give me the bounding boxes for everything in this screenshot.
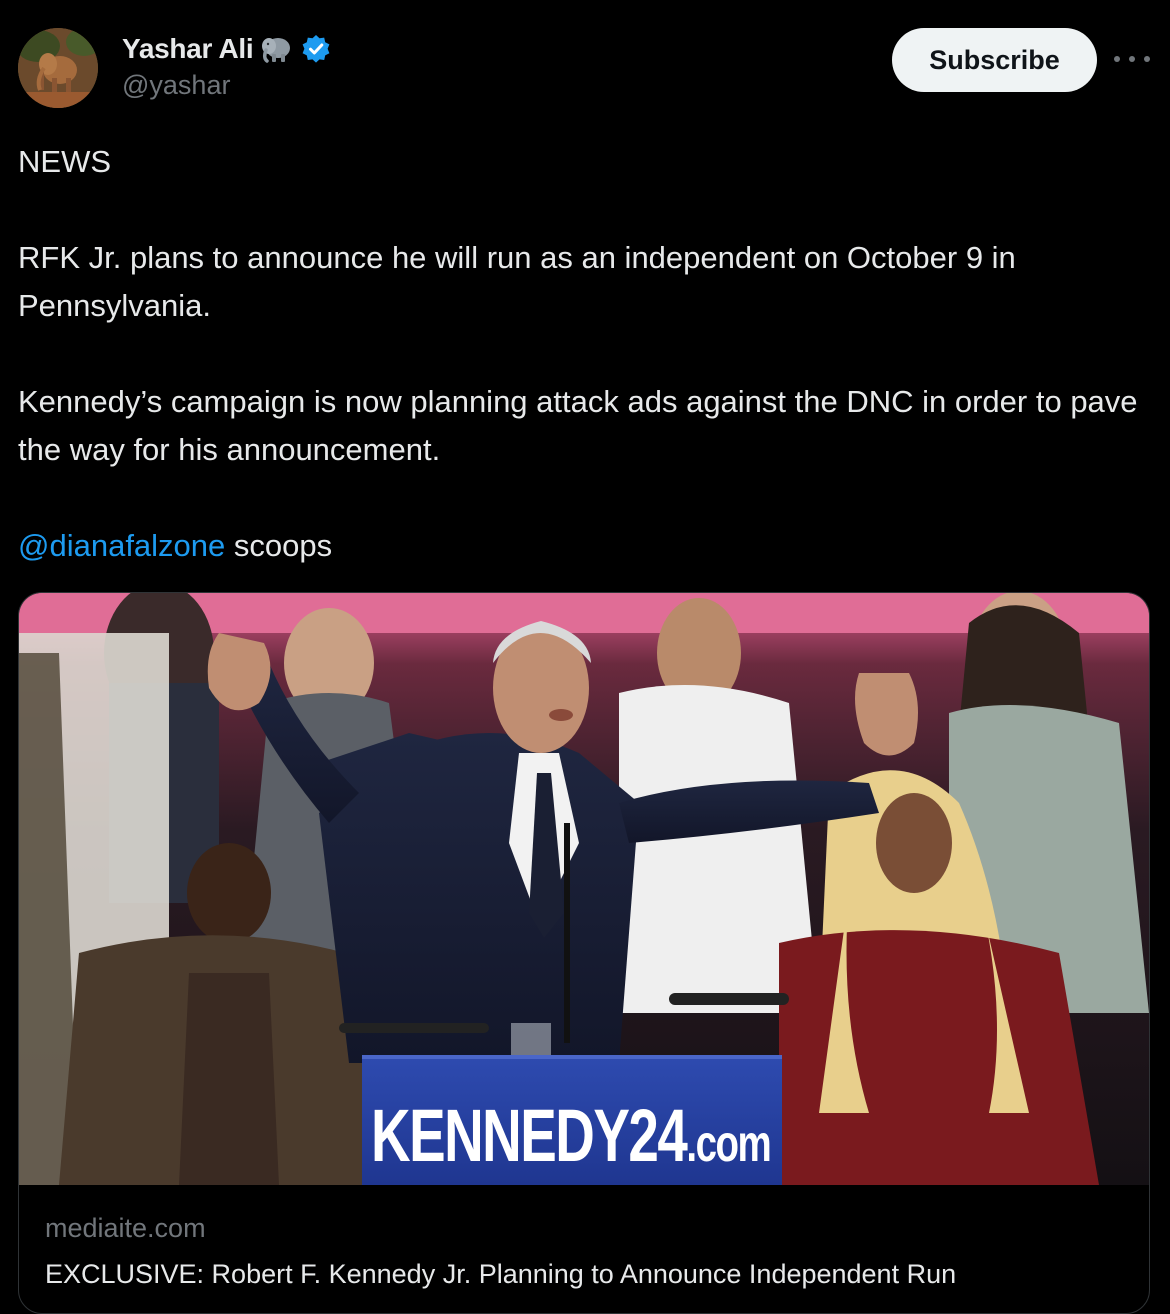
verified-badge-icon[interactable] xyxy=(301,34,331,64)
author-name-row: Yashar Ali xyxy=(122,30,331,68)
avatar[interactable] xyxy=(18,28,98,108)
tweet-text: NEWS RFK Jr. plans to announce he will r… xyxy=(18,138,1153,570)
author-display-name[interactable]: Yashar Ali xyxy=(122,33,254,65)
mention-suffix: scoops xyxy=(225,528,333,563)
podium-sign-text: KENNEDY24 xyxy=(371,1094,688,1177)
more-options-icon[interactable] xyxy=(1114,44,1150,74)
tweet-line-credit: @dianafalzone scoops xyxy=(18,522,1153,570)
card-domain: mediaite.com xyxy=(45,1213,206,1243)
author-handle[interactable]: @yashar xyxy=(122,70,230,101)
elephant-icon xyxy=(259,34,295,64)
tweet-line-announcement: RFK Jr. plans to announce he will run as… xyxy=(18,240,1016,323)
subscribe-button[interactable]: Subscribe xyxy=(892,28,1097,92)
dot xyxy=(1129,56,1135,62)
dot xyxy=(1114,56,1120,62)
dot xyxy=(1144,56,1150,62)
tweet-line-campaign: Kennedy’s campaign is now planning attac… xyxy=(18,384,1138,467)
card-headline[interactable]: EXCLUSIVE: Robert F. Kennedy Jr. Plannin… xyxy=(45,1259,956,1290)
card-image[interactable]: KENNEDY24.com xyxy=(19,593,1149,1185)
tweet-line-news: NEWS xyxy=(18,144,111,179)
link-preview-card[interactable]: KENNEDY24.com mediaite.com EXCLUSIVE: Ro… xyxy=(18,592,1150,1314)
podium-sign-suffix: .com xyxy=(686,1115,771,1173)
mention-link[interactable]: @dianafalzone xyxy=(18,528,225,563)
podium-sign: KENNEDY24.com xyxy=(371,1093,772,1178)
